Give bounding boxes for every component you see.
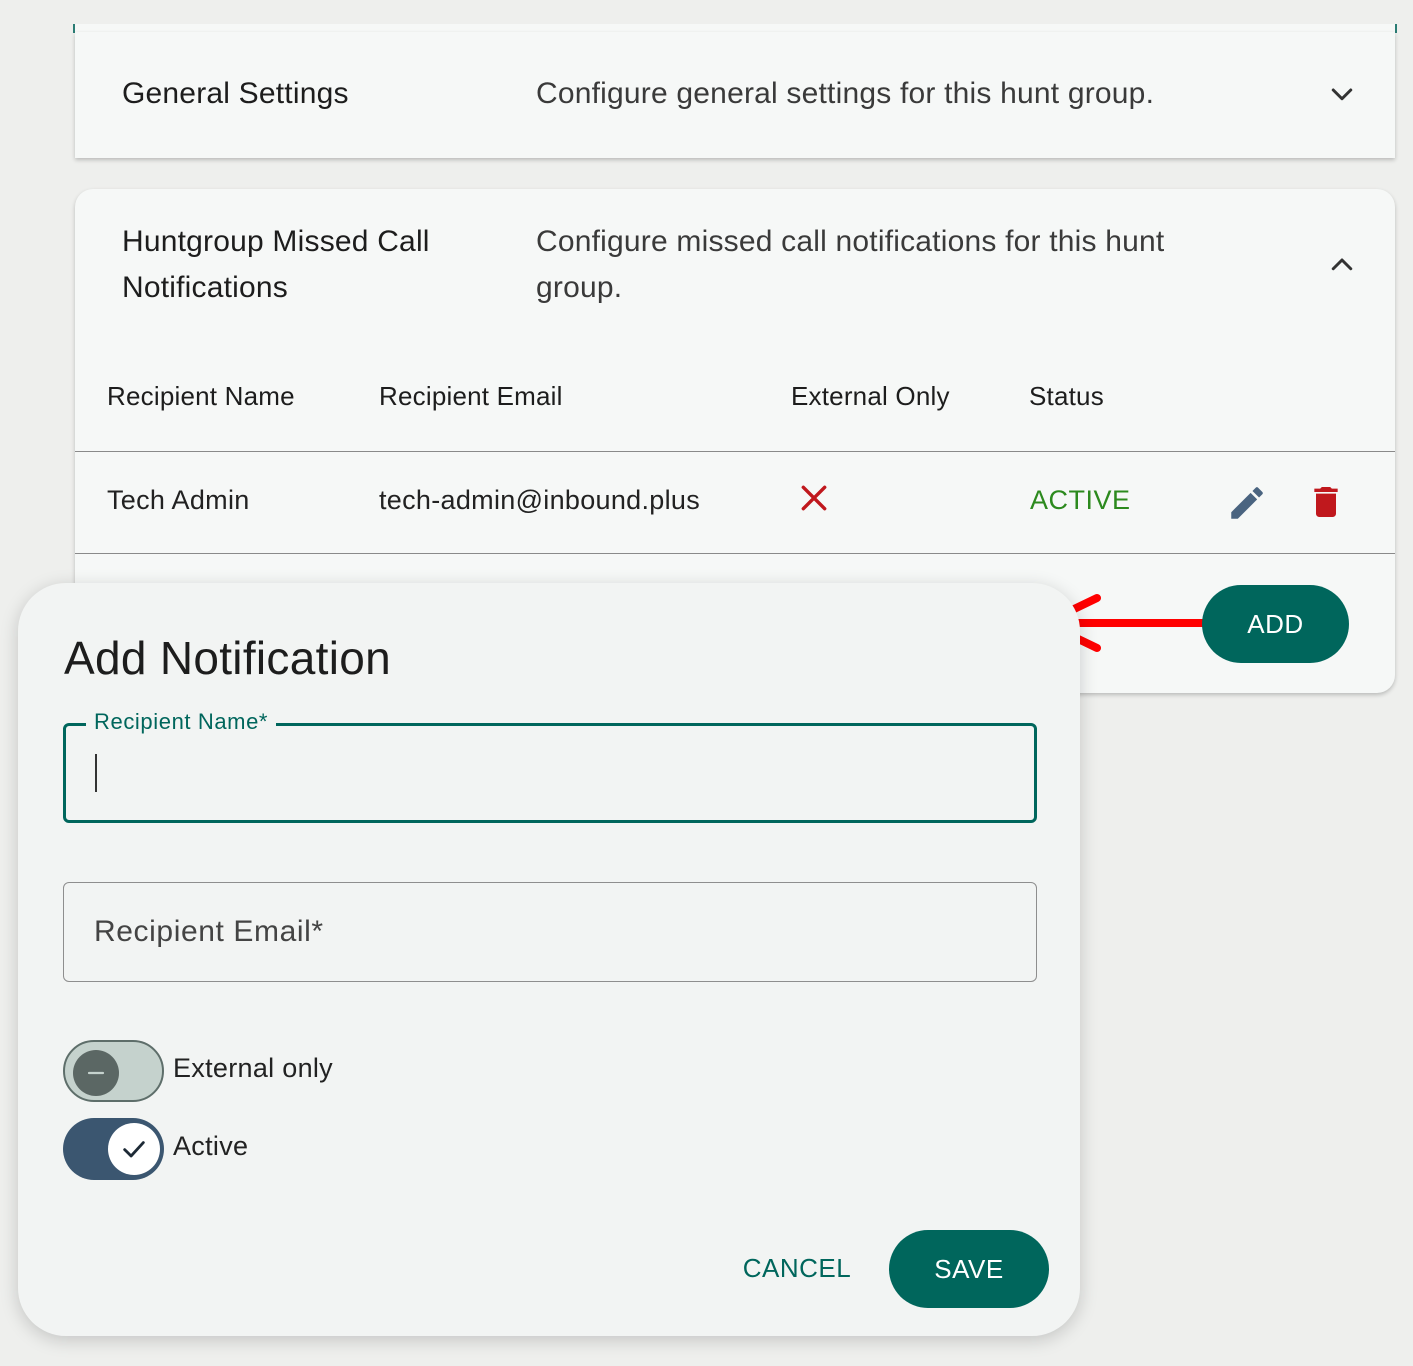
toggle-knob	[73, 1050, 119, 1096]
cancel-button[interactable]: CANCEL	[732, 1231, 862, 1305]
trash-icon[interactable]	[1306, 482, 1346, 522]
general-settings-panel[interactable]: General Settings Configure general setti…	[75, 32, 1395, 158]
recipient-email-cell: tech-admin@inbound.plus	[379, 485, 700, 515]
table-row-divider	[75, 553, 1395, 554]
column-header-status: Status	[1029, 381, 1104, 411]
check-icon	[123, 1141, 145, 1158]
chevron-up-icon[interactable]	[1327, 250, 1357, 280]
toggle-knob	[108, 1123, 160, 1175]
missed-call-title-line2: Notifications	[122, 271, 289, 304]
column-header-recipient-name: Recipient Name	[107, 381, 295, 411]
external-only-label: External only	[173, 1053, 333, 1083]
recipient-name-input[interactable]: Recipient Name*	[63, 709, 1037, 823]
status-badge: ACTIVE	[1030, 485, 1131, 515]
recipient-name-cell: Tech Admin	[107, 485, 250, 515]
column-header-recipient-email: Recipient Email	[379, 381, 563, 411]
general-settings-title: General Settings	[122, 77, 349, 110]
minus-icon	[87, 1071, 105, 1075]
general-settings-description: Configure general settings for this hunt…	[536, 77, 1155, 110]
close-icon	[801, 485, 827, 511]
save-button[interactable]: SAVE	[889, 1230, 1049, 1308]
recipient-name-label: Recipient Name*	[86, 709, 277, 735]
missed-call-description-line1: Configure missed call notifications for …	[536, 225, 1165, 258]
add-notification-dialog: Add Notification Recipient Name* Recipie…	[18, 583, 1080, 1336]
add-notification-button[interactable]: ADD	[1202, 585, 1349, 663]
text-cursor	[95, 754, 97, 792]
dialog-title: Add Notification	[64, 632, 391, 684]
missed-call-title-line1: Huntgroup Missed Call	[122, 225, 430, 258]
column-header-external-only: External Only	[791, 381, 950, 411]
pencil-icon[interactable]	[1226, 482, 1268, 524]
chevron-down-icon[interactable]	[1327, 80, 1357, 110]
table-header-divider	[75, 451, 1395, 452]
recipient-email-placeholder: Recipient Email*	[94, 915, 324, 948]
external-only-toggle[interactable]	[63, 1040, 164, 1102]
active-toggle[interactable]	[63, 1118, 164, 1180]
recipient-email-input[interactable]: Recipient Email*	[63, 882, 1037, 982]
missed-call-description-line2: group.	[536, 271, 623, 304]
active-label: Active	[173, 1131, 249, 1161]
